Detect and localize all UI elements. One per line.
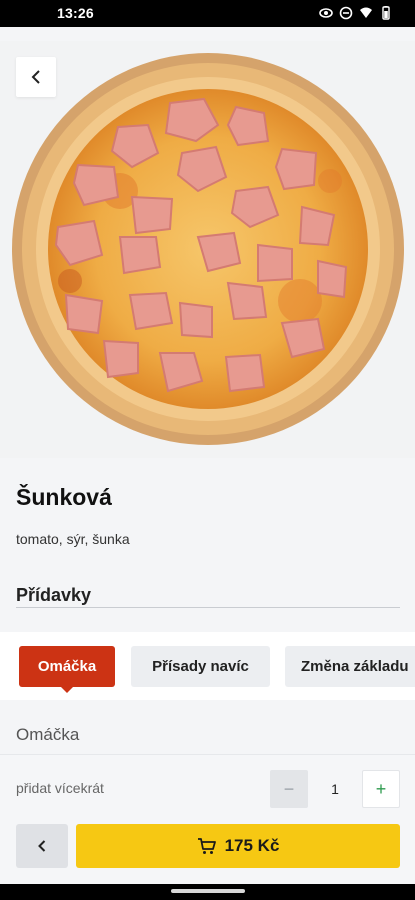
quantity-increment-button[interactable]: + [362,770,400,808]
status-time: 13:26 [57,5,94,21]
divider [16,607,400,608]
chevron-left-icon [31,70,40,84]
quantity-decrement-button[interactable]: − [270,770,308,808]
chevron-left-icon [38,840,46,852]
tab-omacka[interactable]: Omáčka [19,646,115,693]
back-button[interactable] [16,57,56,97]
add-to-cart-button[interactable]: 175 Kč [76,824,400,868]
addons-heading: Přídavky [16,585,92,605]
product-image [0,41,415,458]
eye-icon [319,8,333,18]
wifi-icon [360,7,372,18]
tab-zmena-zakladu[interactable]: Změna základu [285,646,415,687]
tab-prisady-navic[interactable]: Přísady navíc [131,646,270,687]
status-bar: 13:26 [0,0,415,27]
add-multiple-label: přidat vícekrát [16,780,104,796]
quantity-value: 1 [331,781,339,797]
addon-tabs: Omáčka Přísady navíc Změna základu [0,632,415,700]
status-icons [319,6,393,20]
product-title: Šunková [16,484,112,510]
add-to-cart-price: 175 Kč [224,836,280,855]
section-label: Omáčka [16,725,80,744]
back-button-bottom[interactable] [16,824,68,868]
cart-icon [197,838,216,854]
home-indicator[interactable] [171,889,245,893]
product-description: tomato, sýr, šunka [16,531,130,547]
pizza-illustration [12,53,404,445]
dnd-icon [339,6,353,20]
battery-icon [382,6,390,20]
